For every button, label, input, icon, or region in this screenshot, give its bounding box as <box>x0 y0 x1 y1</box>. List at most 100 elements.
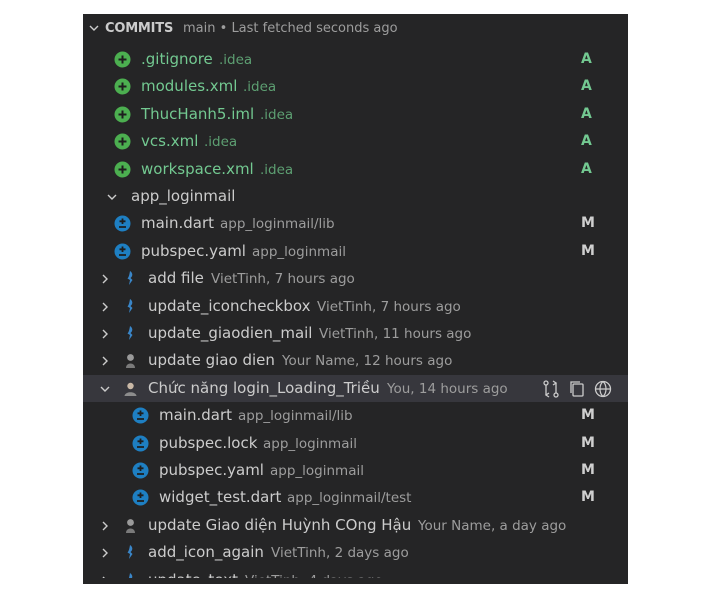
default-avatar-icon <box>122 517 139 534</box>
file-row[interactable]: workspace.xml .idea A <box>83 156 628 183</box>
commit-author-time: VietTinh, 11 hours ago <box>319 326 472 342</box>
commit-message: update giao dien <box>148 351 275 370</box>
author-avatar-icon <box>122 298 139 315</box>
section-title: COMMITS <box>105 21 174 36</box>
commit-message: add_icon_again <box>148 543 264 562</box>
modified-file-icon <box>114 243 131 260</box>
commits-section-header[interactable]: COMMITS main • Last fetched seconds ago <box>83 14 628 43</box>
folder-name: app_loginmail <box>131 187 236 205</box>
commit-row[interactable]: update Giao diện Huỳnh COng Hậu Your Name… <box>83 512 628 539</box>
file-name: ThucHanh5.iml <box>141 104 255 123</box>
file-path: app_loginmail <box>270 463 364 479</box>
commit-author-time: Your Name, a day ago <box>418 517 567 534</box>
file-row[interactable]: ThucHanh5.iml .idea A <box>83 101 628 128</box>
commit-author-time: VietTinh, 2 days ago <box>271 545 409 562</box>
file-name: main.dart <box>141 214 215 233</box>
file-status-badge: A <box>581 133 592 150</box>
file-path: app_loginmail <box>263 435 357 452</box>
file-row[interactable]: pubspec.yaml app_loginmail M <box>83 457 628 484</box>
file-path: .idea <box>260 161 294 178</box>
default-avatar-icon <box>122 352 139 369</box>
file-row[interactable]: .gitignore .idea A <box>83 46 628 73</box>
file-status-badge: M <box>581 407 595 424</box>
file-name: workspace.xml <box>141 159 254 178</box>
file-row[interactable]: pubspec.yaml app_loginmail M <box>83 238 628 265</box>
chevron-right-icon[interactable] <box>100 274 110 284</box>
added-file-icon <box>114 106 131 123</box>
file-path: .idea <box>243 79 277 96</box>
commit-author-time: You, 14 hours ago <box>387 380 508 397</box>
commit-author-time: Your Name, 12 hours ago <box>282 353 453 370</box>
file-path: app_loginmail/test <box>287 490 412 507</box>
file-status-badge: A <box>581 160 592 177</box>
open-on-remote-icon[interactable] <box>593 379 613 399</box>
file-status-badge: M <box>581 434 595 451</box>
file-name: pubspec.yaml <box>141 241 246 260</box>
file-path: .idea <box>260 106 294 123</box>
commit-message: update_giaodien_mail <box>148 324 313 342</box>
commit-message: add file <box>148 269 204 288</box>
modified-file-icon <box>132 407 149 424</box>
chevron-right-icon[interactable] <box>100 548 110 558</box>
commit-row[interactable]: Chức năng login_Loading_Triều You, 14 hou… <box>83 374 628 402</box>
commits-panel: COMMITS main • Last fetched seconds ago … <box>83 14 628 584</box>
file-path: app_loginmail <box>252 243 346 260</box>
file-path: .idea <box>204 134 238 151</box>
commit-row[interactable]: add_icon_again VietTinh, 2 days ago <box>83 539 628 566</box>
commit-message: update_iconcheckbox <box>148 296 311 315</box>
added-file-icon <box>114 161 131 178</box>
author-avatar-icon <box>122 544 139 561</box>
compare-changes-icon[interactable] <box>541 379 561 399</box>
commit-row[interactable]: update_iconcheckbox VietTinh, 7 hours ago <box>83 293 628 320</box>
panel-bottom-edge <box>83 578 628 584</box>
chevron-right-icon[interactable] <box>100 329 110 339</box>
commit-author-time: VietTinh, 7 hours ago <box>211 271 355 288</box>
commit-message: update Giao diện Huỳnh COng Hậu <box>148 515 412 534</box>
file-name: .gitignore <box>141 50 213 68</box>
user-avatar-icon <box>122 380 139 397</box>
file-path: app_loginmail/lib <box>238 408 353 425</box>
modified-file-icon <box>132 462 149 479</box>
file-row[interactable]: widget_test.dart app_loginmail/test M <box>83 484 628 511</box>
file-name: pubspec.lock <box>159 433 258 452</box>
file-status-badge: M <box>581 215 595 232</box>
file-row[interactable]: pubspec.lock app_loginmail M <box>83 430 628 457</box>
commit-row[interactable]: update_giaodien_mail VietTinh, 11 hours a… <box>83 320 628 347</box>
chevron-down-icon[interactable] <box>107 192 117 202</box>
added-file-icon <box>114 78 131 95</box>
copy-sha-icon[interactable] <box>567 379 587 399</box>
folder-row[interactable]: app_loginmail <box>83 183 628 210</box>
file-name: modules.xml <box>141 77 238 96</box>
author-avatar-icon <box>122 325 139 342</box>
file-name: vcs.xml <box>141 132 199 151</box>
file-row[interactable]: modules.xml .idea A <box>83 73 628 100</box>
file-status-badge: M <box>581 242 595 259</box>
file-path: .idea <box>219 52 253 68</box>
file-name: pubspec.yaml <box>159 461 264 479</box>
commit-row[interactable]: add file VietTinh, 7 hours ago <box>83 265 628 292</box>
file-path: app_loginmail/lib <box>220 216 335 233</box>
commit-row[interactable]: update giao dien Your Name, 12 hours ago <box>83 347 628 374</box>
file-row[interactable]: main.dart app_loginmail/lib M <box>83 210 628 237</box>
commit-message: Chức năng login_Loading_Triều <box>148 378 380 397</box>
modified-file-icon <box>114 215 131 232</box>
chevron-down-icon[interactable] <box>100 384 110 394</box>
file-status-badge: A <box>581 51 592 67</box>
file-name: main.dart <box>159 406 233 425</box>
chevron-right-icon[interactable] <box>100 521 110 531</box>
commit-actions <box>541 379 613 399</box>
modified-file-icon <box>132 489 149 506</box>
file-status-badge: M <box>581 462 595 478</box>
file-row[interactable]: vcs.xml .idea A <box>83 128 628 155</box>
added-file-icon <box>114 133 131 150</box>
chevron-down-icon[interactable] <box>89 23 99 33</box>
file-row[interactable]: main.dart app_loginmail/lib M <box>83 402 628 429</box>
section-description: main • Last fetched seconds ago <box>183 21 398 36</box>
chevron-right-icon[interactable] <box>100 302 110 312</box>
added-file-icon <box>114 51 131 68</box>
file-status-badge: A <box>581 78 592 95</box>
file-status-badge: M <box>581 489 595 506</box>
chevron-right-icon[interactable] <box>100 356 110 366</box>
file-name: widget_test.dart <box>159 488 282 507</box>
commit-author-time: VietTinh, 7 hours ago <box>317 298 461 315</box>
